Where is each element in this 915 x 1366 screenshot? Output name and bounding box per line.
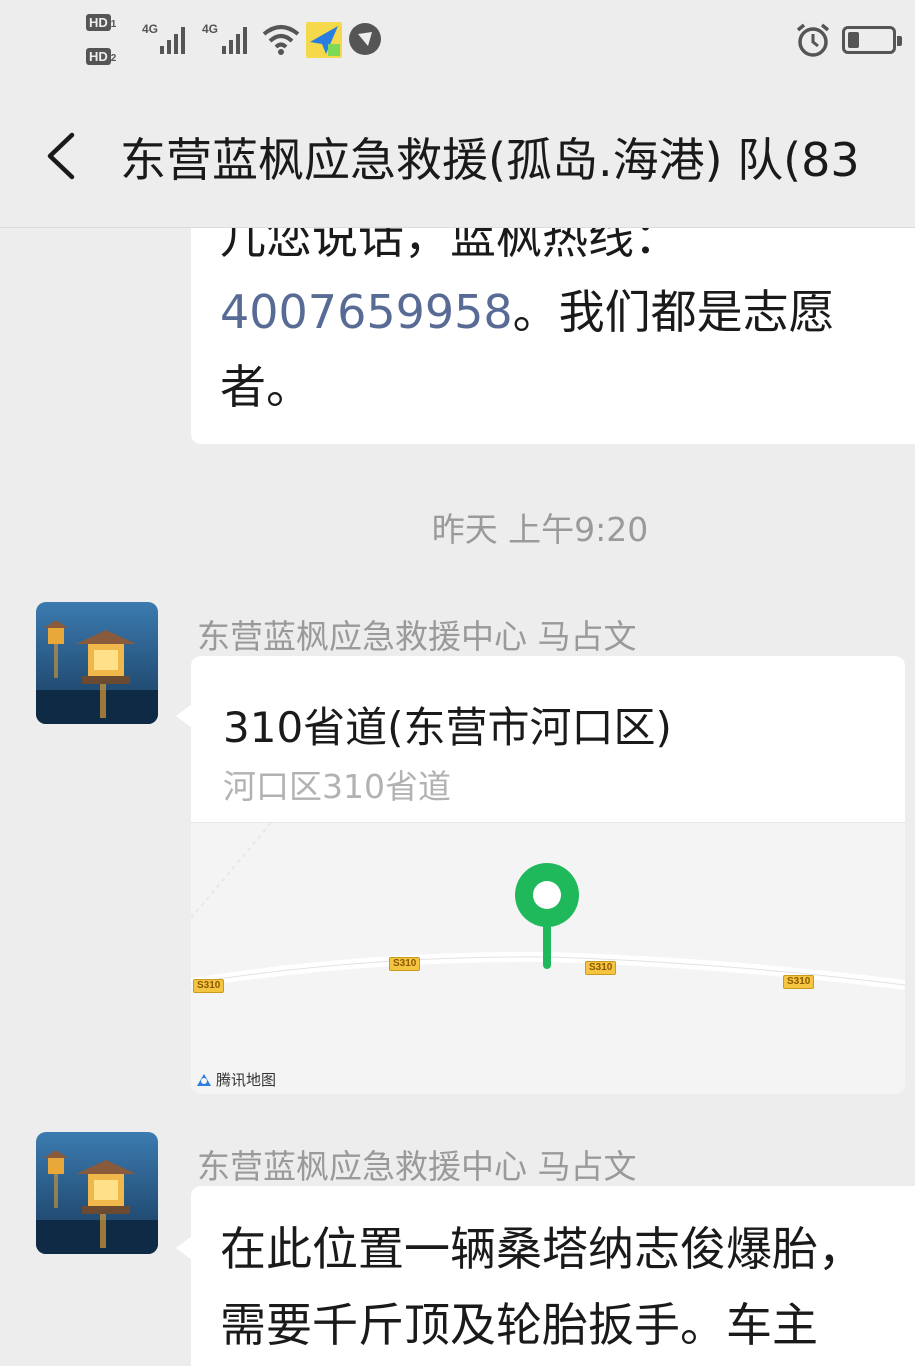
network-type-2: 4G	[202, 22, 219, 36]
message-line: 者。	[220, 360, 312, 414]
message-line: 4007659958。我们都是志愿	[220, 285, 835, 339]
chat-header: 东营蓝枫应急救援(孤岛.海港) 队(83	[0, 86, 915, 228]
road-shield: S310	[585, 961, 617, 975]
location-title: 310省道(东营市河口区)	[223, 703, 672, 752]
sender-name: 东营蓝枫应急救援中心 马占文	[197, 617, 637, 656]
avatar[interactable]	[36, 1132, 158, 1254]
message-timestamp: 昨天 上午9:20	[431, 510, 649, 549]
sim2-indicator: HD 2	[86, 48, 116, 65]
signal-icon	[222, 24, 252, 54]
road-shield: S310	[783, 975, 815, 989]
alarm-icon	[796, 23, 830, 57]
phone-link[interactable]: 4007659958	[220, 285, 513, 339]
map-attribution: 腾讯地图	[195, 1069, 276, 1090]
map-preview[interactable]: S310 S310 S310 S310 腾讯地图	[191, 822, 905, 1094]
road-shield: S310	[389, 957, 421, 971]
road-shield: S310	[193, 979, 225, 993]
back-arrow-icon[interactable]	[40, 131, 90, 181]
avatar[interactable]	[36, 602, 158, 724]
sender-name: 东营蓝枫应急救援中心 马占文	[197, 1147, 637, 1186]
shield-app-icon	[349, 23, 381, 55]
wifi-icon	[262, 25, 300, 55]
bubble-tail	[176, 1236, 192, 1260]
status-bar: HD 1 HD 2 4G 4G	[0, 0, 915, 86]
location-pin-icon	[515, 863, 579, 969]
signal-icon	[160, 24, 190, 54]
sim1-indicator: HD 1	[86, 14, 116, 31]
airplane-app-icon	[306, 22, 342, 58]
battery-icon	[842, 26, 902, 54]
tencent-map-icon	[197, 1073, 211, 1086]
bubble-tail	[176, 704, 192, 728]
message-line: 需要千斤顶及轮胎扳手。车主	[220, 1298, 818, 1352]
network-type-1: 4G	[142, 22, 159, 36]
message-bubble[interactable]: 在此位置一辆桑塔纳志俊爆胎， 需要千斤顶及轮胎扳手。车主	[191, 1186, 915, 1366]
chat-title: 东营蓝枫应急救援(孤岛.海港) 队(83	[120, 133, 860, 187]
location-card[interactable]: 310省道(东营市河口区) 河口区310省道 S310 S310 S310 S3…	[191, 656, 905, 1094]
message-line: 在此位置一辆桑塔纳志俊爆胎，	[220, 1222, 864, 1276]
location-subtitle: 河口区310省道	[223, 767, 451, 806]
